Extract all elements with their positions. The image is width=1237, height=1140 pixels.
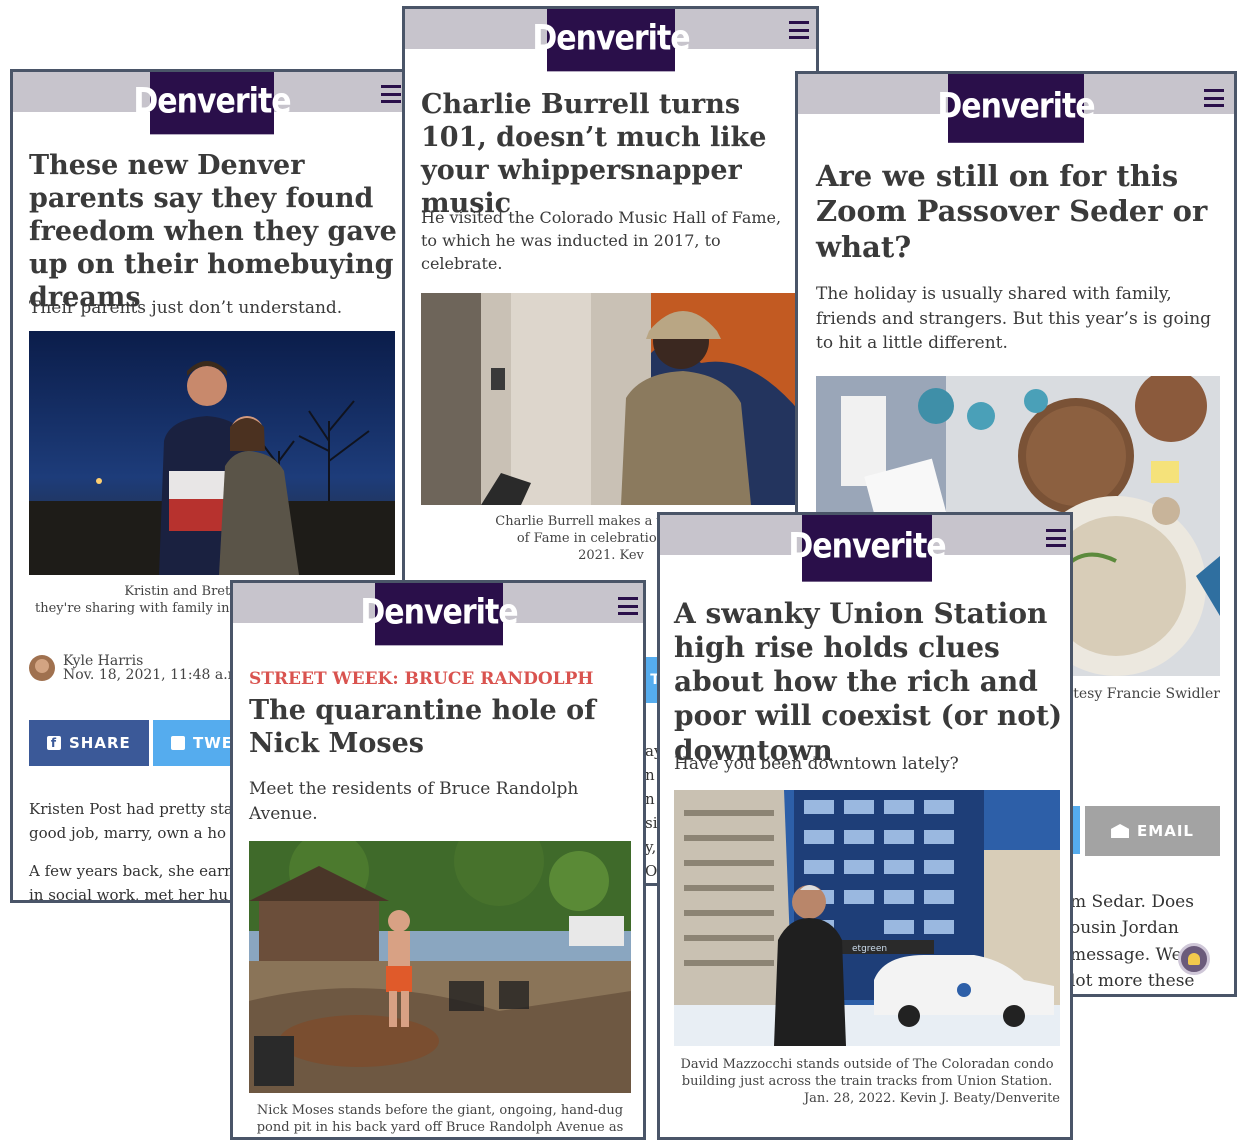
email-label: EMAIL	[1137, 822, 1194, 840]
union-station-highrise-photo: etgreen	[674, 790, 1060, 1046]
article-photo	[29, 331, 395, 575]
article-headline[interactable]: These new Denver parents say they found …	[29, 150, 401, 315]
photo-sign-text: etgreen	[852, 944, 887, 954]
author-avatar[interactable]	[29, 655, 55, 681]
twitter-icon	[171, 736, 185, 750]
body-line: ousin Jordan	[1070, 918, 1179, 939]
article-photo	[249, 841, 631, 1093]
backyard-pit-photo	[249, 841, 631, 1093]
denverite-logo[interactable]: Denverite	[360, 583, 519, 646]
caption-line: Jan. 28, 2022. Kevin J. Beaty/Denverite	[803, 1090, 1060, 1106]
hamburger-menu-icon[interactable]	[1046, 529, 1066, 547]
parents-at-night-photo	[29, 331, 395, 575]
article-body: m Sedar. Does ousin Jordan message. We l…	[1070, 889, 1230, 994]
article-dek: Meet the residents of Bruce Randolph Ave…	[249, 779, 579, 824]
article-headline[interactable]: A swanky Union Station high rise holds c…	[674, 597, 1068, 768]
publish-date: Nov. 18, 2021, 11:48 a.m	[63, 667, 241, 683]
photo-caption: Nick Moses stands before the giant, ongo…	[249, 1103, 631, 1137]
hamburger-menu-icon[interactable]	[789, 21, 809, 39]
facebook-icon: f	[47, 736, 61, 750]
body-line: m Sedar. Does	[1070, 892, 1194, 912]
denverite-logo[interactable]: Denverite	[133, 72, 292, 135]
share-label: SHARE	[69, 734, 131, 752]
article-photo	[421, 293, 801, 505]
article-headline[interactable]: The quarantine hole of Nick Moses	[249, 695, 633, 761]
denverite-logo[interactable]: Denverite	[532, 9, 691, 72]
section-kicker[interactable]: STREET WEEK: BRUCE RANDOLPH	[249, 669, 593, 689]
article-headline[interactable]: Are we still on for this Zoom Passover S…	[816, 159, 1226, 265]
article-card-union-station[interactable]: Denverite A swanky Union Station high ri…	[657, 512, 1073, 1140]
hamburger-menu-icon[interactable]	[1204, 89, 1224, 107]
hamburger-menu-icon[interactable]	[381, 85, 401, 103]
article-card-nick-moses[interactable]: Denverite STREET WEEK: BRUCE RANDOLPH Th…	[230, 580, 646, 1140]
denverite-logo[interactable]: Denverite	[937, 74, 1096, 143]
caption-line: David Mazzocchi stands outside of The Co…	[680, 1057, 1054, 1072]
article-dek: Their parents just don’t understand.	[29, 298, 343, 318]
article-photo: etgreen	[674, 790, 1060, 1046]
email-share-button[interactable]: EMAIL	[1085, 806, 1220, 856]
article-dek: Have you been downtown lately?	[674, 754, 959, 774]
denverite-logo[interactable]: Denverite	[788, 515, 947, 582]
article-headline[interactable]: Charlie Burrell turns 101, doesn’t much …	[421, 89, 806, 221]
article-dek: He visited the Colorado Music Hall of Fa…	[421, 208, 782, 274]
caption-line: building just across the train tracks fr…	[681, 1073, 1053, 1089]
photo-caption: David Mazzocchi stands outside of The Co…	[674, 1057, 1060, 1108]
email-icon	[1111, 824, 1130, 838]
notification-bell-icon[interactable]	[1178, 943, 1210, 975]
hamburger-menu-icon[interactable]	[618, 597, 638, 615]
facebook-share-button[interactable]: f SHARE	[29, 720, 149, 766]
caption-line: Nick Moses stands before the giant, ongo…	[256, 1103, 624, 1118]
body-line: lot more these	[1070, 971, 1195, 992]
tweet-label: TWE	[193, 734, 234, 752]
charlie-burrell-photo	[421, 293, 801, 505]
caption-line: pond pit in his back yard off Bruce Rand…	[256, 1119, 624, 1135]
article-dek: The holiday is usually shared with famil…	[816, 284, 1212, 354]
